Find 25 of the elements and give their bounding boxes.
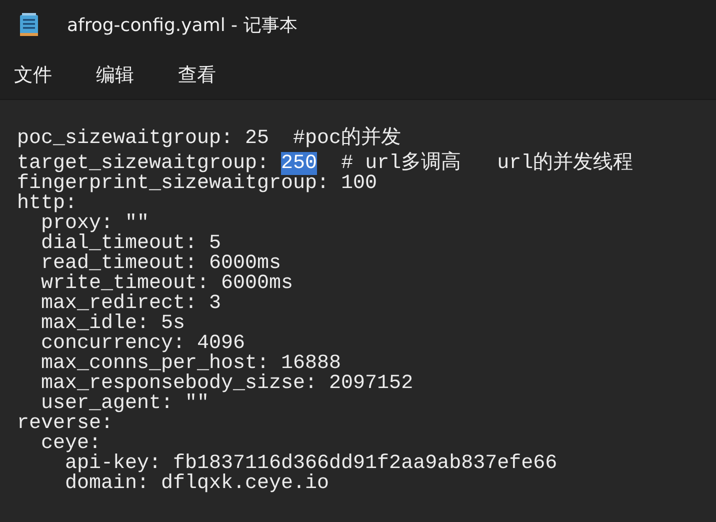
code-line: proxy: "" <box>41 212 150 235</box>
code-line: max_conns_per_host: 16888 <box>40 352 342 375</box>
code-text: target_sizewaitgroup: <box>17 152 270 175</box>
code-line: ceye: <box>40 432 102 455</box>
code-line: reverse: <box>17 412 114 435</box>
menu-item[interactable]: 查看 <box>176 60 218 90</box>
code-line: domain: dflqxk.ceye.io <box>64 472 330 495</box>
code-line: poc_sizewaitgroup: 25 #poc的并发 <box>17 127 402 150</box>
code-text: # url多调高 url的并发线程 <box>340 152 634 175</box>
code-line: write_timeout: 6000ms <box>40 272 294 295</box>
code-line: api-key: fb1837116d366dd91f2aa9ab837efe66 <box>65 452 558 475</box>
selected-text: 250 <box>281 152 318 175</box>
code-line: http: <box>17 192 78 215</box>
code-line: max_redirect: 3 <box>40 292 222 315</box>
code-line: fingerprint_sizewaitgroup: 100 <box>17 172 378 195</box>
code-line: concurrency: 4096 <box>40 332 246 355</box>
code-line: user_agent: "" <box>40 392 210 415</box>
code-line: max_idle: 5s <box>40 312 186 335</box>
code-line: dial_timeout: 5 <box>40 232 222 255</box>
code-line: read_timeout: 6000ms <box>40 252 282 275</box>
code-line: max_responsebody_sizse: 2097152 <box>40 372 414 395</box>
notepad-icon <box>19 12 39 38</box>
menu-item[interactable]: 文件 <box>12 60 54 90</box>
menu-item[interactable]: 编辑 <box>94 60 136 90</box>
window-title: afrog-config.yaml - 记事本 <box>67 14 298 37</box>
